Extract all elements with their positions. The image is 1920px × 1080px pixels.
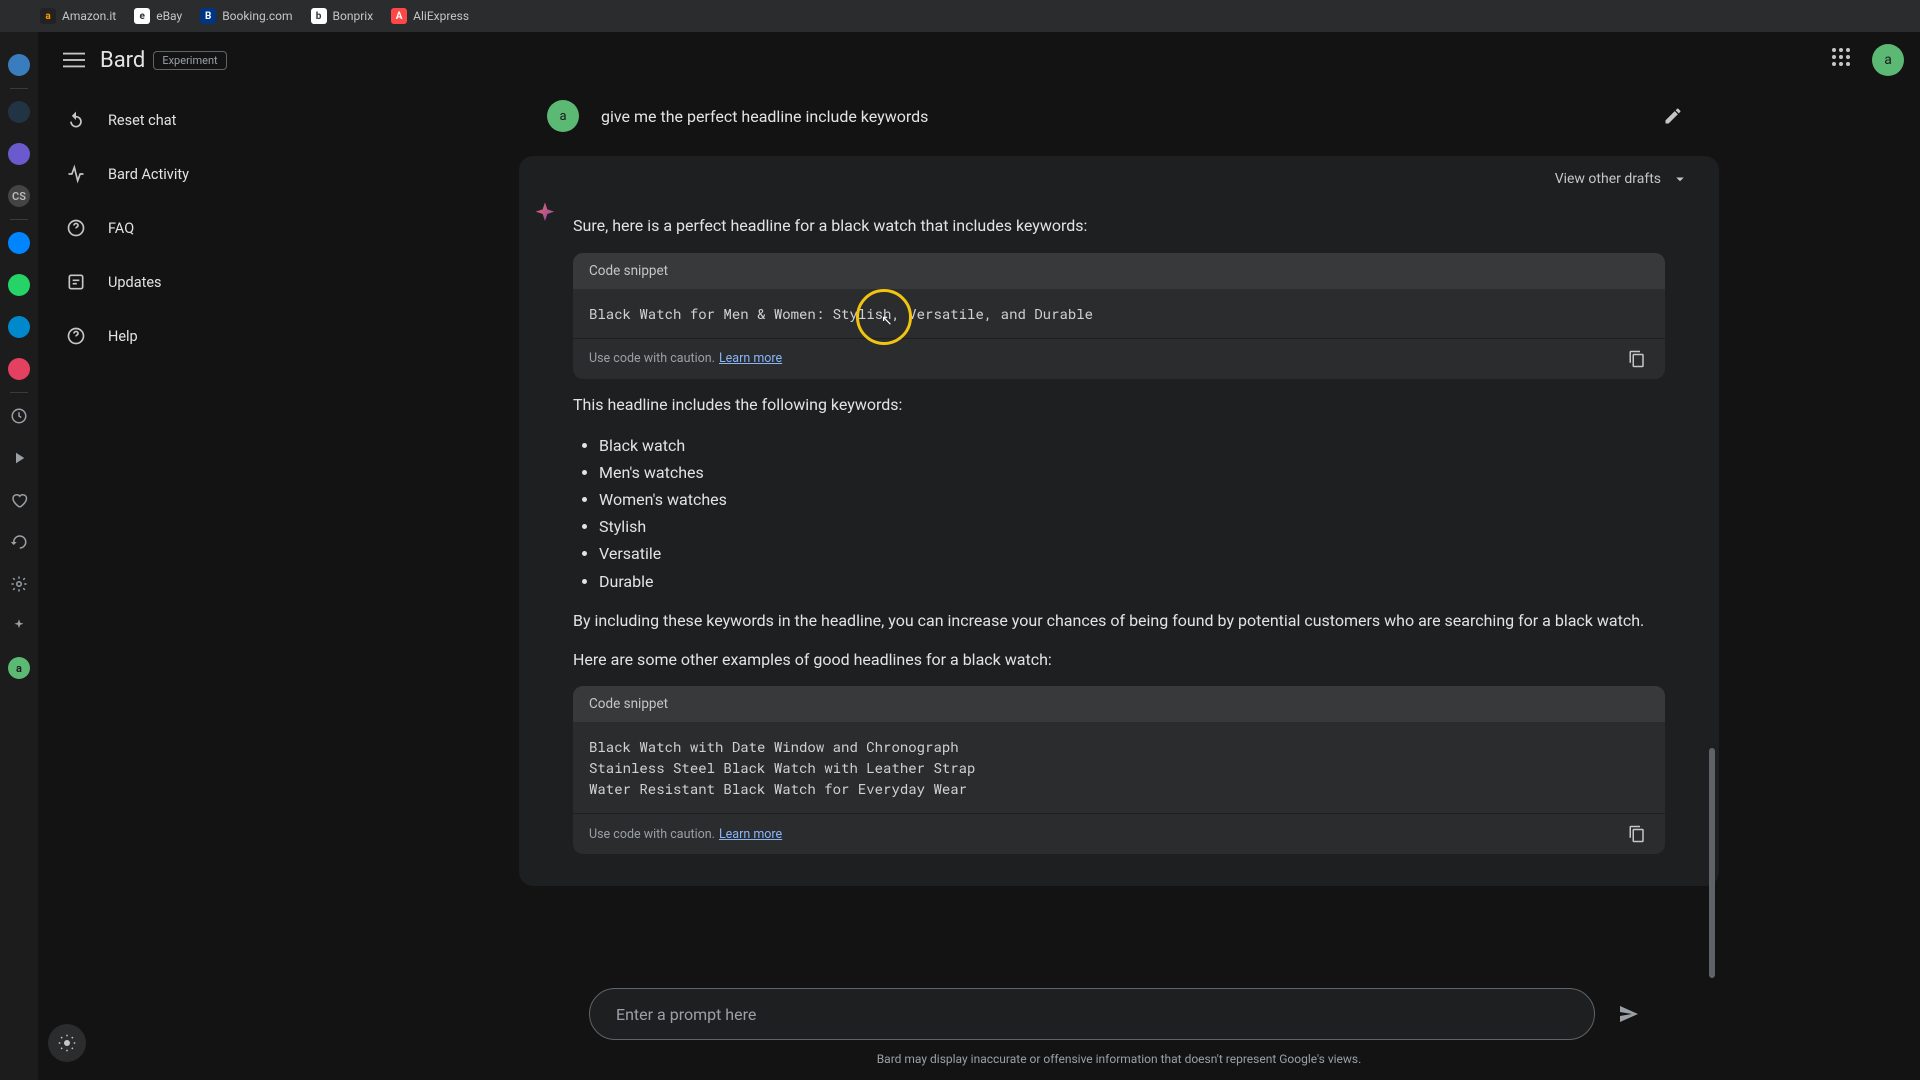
- keywords-list: Black watchMen's watchesWomen's watchesS…: [599, 432, 1665, 595]
- gear-icon[interactable]: [8, 573, 30, 595]
- app-whatsapp[interactable]: [8, 274, 30, 296]
- app-chatgpt[interactable]: [8, 101, 30, 123]
- keywords-intro: This headline includes the following key…: [573, 393, 1665, 418]
- model-turn: View other drafts Sure, here is a perfec…: [519, 156, 1719, 886]
- experiment-badge: Experiment: [153, 51, 226, 70]
- code-snippet-header: Code snippet: [573, 253, 1665, 289]
- heart-icon[interactable]: [8, 489, 30, 511]
- code-caution: Use code with caution.: [589, 351, 715, 366]
- sidebar-item-label: FAQ: [108, 220, 134, 237]
- history-icon[interactable]: [8, 531, 30, 553]
- user-avatar: a: [547, 100, 579, 132]
- bookmark-bonprix[interactable]: bBonprix: [311, 8, 374, 24]
- updates-icon: [66, 272, 86, 292]
- reset-icon: [66, 110, 86, 130]
- benefit-text: By including these keywords in the headl…: [573, 609, 1665, 634]
- bookmark-ebay[interactable]: eeBay: [134, 8, 182, 24]
- user-turn: a give me the perfect headline include k…: [519, 88, 1719, 144]
- menu-button[interactable]: [54, 40, 94, 80]
- code-snippet-2: Code snippet Black Watch with Date Windo…: [573, 686, 1665, 854]
- clock-icon[interactable]: [8, 405, 30, 427]
- prompt-area: Enter a prompt here: [589, 988, 1649, 1040]
- learn-more-link[interactable]: Learn more: [719, 827, 782, 842]
- copy-code-button[interactable]: [1625, 822, 1649, 846]
- app-strip: CS a: [0, 32, 38, 1080]
- prompt-placeholder: Enter a prompt here: [616, 1005, 756, 1024]
- app-telegram[interactable]: [8, 316, 30, 338]
- keyword-item: Women's watches: [599, 486, 1665, 513]
- code-content: Black Watch for Men & Women: Stylish, Ve…: [573, 289, 1665, 338]
- bookmark-aliexpress[interactable]: AAliExpress: [391, 8, 469, 24]
- bookmark-booking-com[interactable]: BBooking.com: [200, 8, 292, 24]
- sidebar-item-updates[interactable]: Updates: [54, 258, 302, 306]
- header: Bard Experiment a: [38, 32, 1920, 88]
- app-cortana[interactable]: [8, 143, 30, 165]
- google-apps-icon[interactable]: [1832, 48, 1856, 72]
- keyword-item: Durable: [599, 568, 1665, 595]
- activity-icon: [66, 164, 86, 184]
- main: a give me the perfect headline include k…: [318, 88, 1920, 1080]
- keyword-item: Stylish: [599, 513, 1665, 540]
- chevron-down-icon: [1671, 170, 1689, 188]
- brand-title: Bard: [100, 48, 145, 73]
- model-body: Sure, here is a perfect headline for a b…: [519, 194, 1719, 854]
- code-snippet-1: Code snippet Black Watch for Men & Women…: [573, 253, 1665, 379]
- sidebar-item-faq[interactable]: FAQ: [54, 204, 302, 252]
- theme-toggle-button[interactable]: [48, 1024, 86, 1062]
- learn-more-link[interactable]: Learn more: [719, 351, 782, 366]
- help-icon: [66, 326, 86, 346]
- sidebar-item-reset-chat[interactable]: Reset chat: [54, 96, 302, 144]
- sidebar-item-bard-activity[interactable]: Bard Activity: [54, 150, 302, 198]
- disclaimer-text: Bard may display inaccurate or offensive…: [877, 1052, 1362, 1066]
- app-opera[interactable]: [8, 54, 30, 76]
- sidebar-item-label: Reset chat: [108, 112, 176, 129]
- app-messenger[interactable]: [8, 232, 30, 254]
- view-other-drafts-button[interactable]: View other drafts: [519, 156, 1719, 194]
- bard-spark-icon: [531, 200, 559, 228]
- copy-code-button[interactable]: [1625, 347, 1649, 371]
- sidebar-item-help[interactable]: Help: [54, 312, 302, 360]
- sparkle-icon[interactable]: [8, 615, 30, 637]
- app-cs[interactable]: CS: [8, 185, 30, 207]
- sidebar-item-label: Updates: [108, 274, 162, 291]
- code-snippet-header: Code snippet: [573, 686, 1665, 722]
- sidebar-item-label: Help: [108, 328, 138, 345]
- app-instagram[interactable]: [8, 358, 30, 380]
- app-bard[interactable]: a: [8, 657, 30, 679]
- bookmark-amazon-it[interactable]: aAmazon.it: [40, 8, 116, 24]
- send-button[interactable]: [1609, 994, 1649, 1034]
- response-intro: Sure, here is a perfect headline for a b…: [573, 214, 1665, 239]
- keyword-item: Black watch: [599, 432, 1665, 459]
- keyword-item: Versatile: [599, 540, 1665, 567]
- sidebar: Reset chat Bard Activity FAQ Updates Help: [38, 88, 318, 1080]
- scrollbar-thumb[interactable]: [1709, 748, 1715, 978]
- annotation-cursor: ↖: [881, 313, 893, 329]
- edit-prompt-button[interactable]: [1655, 98, 1691, 134]
- drafts-label: View other drafts: [1555, 171, 1661, 187]
- keyword-item: Men's watches: [599, 459, 1665, 486]
- sidebar-item-label: Bard Activity: [108, 166, 189, 183]
- code-content: Black Watch with Date Window and Chronog…: [573, 722, 1665, 813]
- conversation-thread: a give me the perfect headline include k…: [519, 88, 1719, 1080]
- prompt-input[interactable]: Enter a prompt here: [589, 988, 1595, 1040]
- avatar[interactable]: a: [1872, 44, 1904, 76]
- examples-intro: Here are some other examples of good hea…: [573, 648, 1665, 673]
- play-icon[interactable]: [8, 447, 30, 469]
- faq-icon: [66, 218, 86, 238]
- user-prompt-text: give me the perfect headline include key…: [601, 107, 928, 126]
- bookmark-bar: aAmazon.it eeBay BBooking.com bBonprix AAliE…: [0, 0, 1920, 32]
- code-caution: Use code with caution.: [589, 827, 715, 842]
